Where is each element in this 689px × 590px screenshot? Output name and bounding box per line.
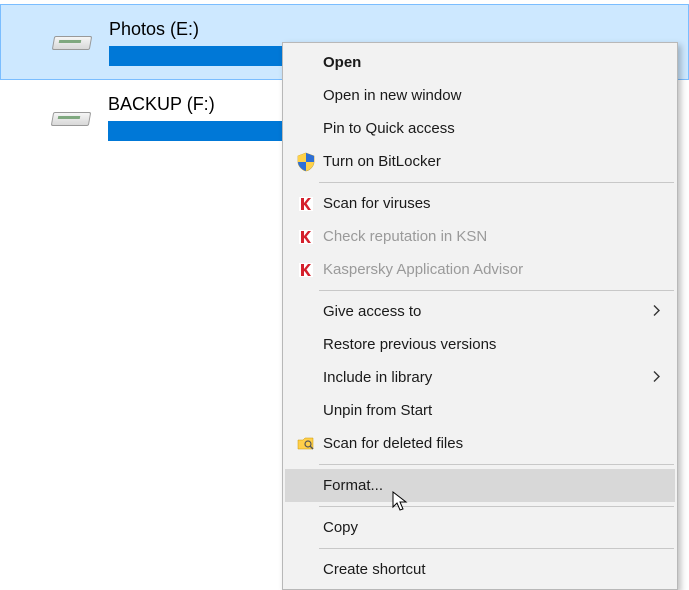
context-menu: Open Open in new window Pin to Quick acc… [282,42,678,590]
kaspersky-k-icon [295,193,317,215]
menu-separator [319,290,674,291]
kaspersky-k-icon [295,226,317,248]
menu-label: Open in new window [323,87,645,104]
menu-pin-quick-access[interactable]: Pin to Quick access [285,112,675,145]
menu-unpin-start[interactable]: Unpin from Start [285,394,675,427]
chevron-right-icon [653,303,661,320]
menu-separator [319,548,674,549]
menu-label: Restore previous versions [323,336,645,353]
menu-label: Give access to [323,303,645,320]
menu-create-shortcut[interactable]: Create shortcut [285,553,675,586]
menu-separator [319,182,674,183]
menu-label: Turn on BitLocker [323,153,645,170]
menu-label: Kaspersky Application Advisor [323,261,645,278]
menu-label: Check reputation in KSN [323,228,645,245]
menu-scan-deleted[interactable]: Scan for deleted files [285,427,675,460]
menu-label: Include in library [323,369,645,386]
menu-format[interactable]: Format... [285,469,675,502]
menu-label: Scan for viruses [323,195,645,212]
menu-label: Scan for deleted files [323,435,645,452]
menu-label: Copy [323,519,645,536]
menu-bitlocker[interactable]: Turn on BitLocker [285,145,675,178]
menu-kaspersky-advisor: Kaspersky Application Advisor [285,253,675,286]
menu-label: Open [323,54,645,71]
menu-separator [319,464,674,465]
drive-label: Photos (E:) [109,19,688,40]
menu-copy[interactable]: Copy [285,511,675,544]
shield-icon [295,151,317,173]
menu-separator [319,506,674,507]
menu-label: Pin to Quick access [323,120,645,137]
drive-icon [48,104,96,132]
chevron-right-icon [653,369,661,386]
folder-search-icon [295,433,317,455]
drive-icon [49,28,97,56]
menu-scan-viruses[interactable]: Scan for viruses [285,187,675,220]
menu-open[interactable]: Open [285,46,675,79]
menu-label: Unpin from Start [323,402,645,419]
menu-include-library[interactable]: Include in library [285,361,675,394]
kaspersky-k-icon [295,259,317,281]
menu-open-new-window[interactable]: Open in new window [285,79,675,112]
menu-check-ksn: Check reputation in KSN [285,220,675,253]
menu-restore-previous[interactable]: Restore previous versions [285,328,675,361]
menu-label: Format... [323,477,645,494]
menu-give-access[interactable]: Give access to [285,295,675,328]
menu-label: Create shortcut [323,561,645,578]
